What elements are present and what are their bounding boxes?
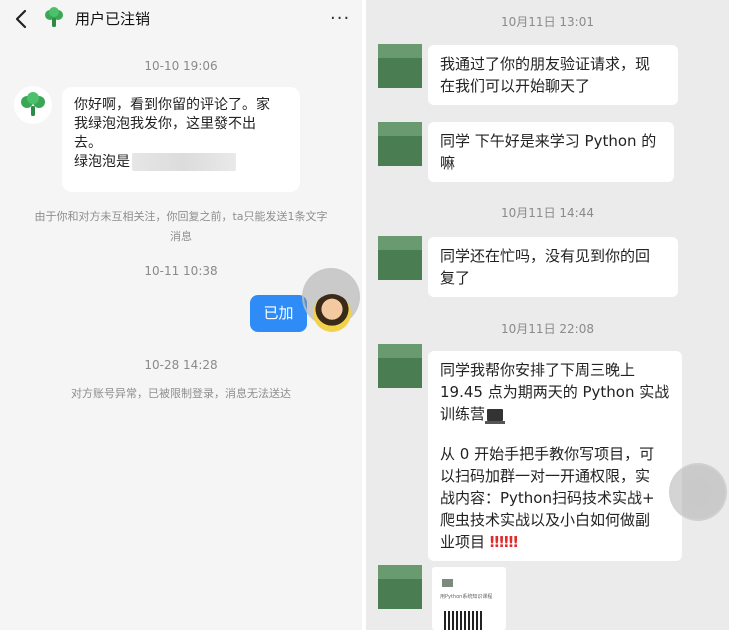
message-line: 同学我帮你安排了下周三晚上 (440, 361, 636, 379)
contact-avatar[interactable] (378, 122, 422, 166)
touch-indicator (669, 463, 727, 521)
message-line: 以扫码加群一对一开通权限，实 (440, 467, 651, 485)
broccoli-avatar-icon[interactable] (14, 86, 52, 124)
image-thumbnail (442, 579, 453, 587)
douyin-chat-pane: 用户已注销 ··· 10-10 19:06 你好啊，看到你留的评论了。家 我绿泡… (0, 0, 362, 630)
timestamp: 10月11日 14:44 (501, 206, 594, 220)
message-line: 我绿泡泡我发你，这里發不出 (74, 116, 256, 132)
contact-avatar[interactable] (378, 565, 422, 609)
timestamp: 10月11日 13:01 (501, 15, 594, 29)
wechat-chat-pane: 10月11日 13:01 我通过了你的朋友验证请求，现 在我们可以开始聊天了 同… (366, 0, 729, 630)
exclamation-marks: ‼‼‼ (489, 533, 519, 551)
message-line: 绿泡泡是 (74, 153, 288, 172)
image-caption: 用Python系统知识课程 (440, 594, 493, 600)
notice-line: 由于你和对方未互相关注，你回复之前，ta只能发送1条文字 (34, 210, 328, 223)
system-notice: 对方账号异常，已被限制登录，消息无法送达 (71, 387, 291, 400)
message-line: 爬虫技术实战以及小白如何做副 (440, 511, 651, 529)
system-notice: 由于你和对方未互相关注，你回复之前，ta只能发送1条文字 消息 (20, 207, 342, 247)
message-text: 绿泡泡是 (74, 154, 130, 170)
message-line: 战内容：Python扫码技术实战+ (440, 489, 655, 507)
broccoli-avatar-icon[interactable] (42, 6, 66, 30)
message-text: 训练营 (440, 405, 486, 423)
message-line: 业项目 ‼‼‼ (440, 531, 670, 553)
redacted-blur (132, 153, 236, 171)
sent-message-bubble[interactable]: 已加 (250, 295, 307, 332)
message-line: 嘛 (440, 154, 456, 172)
message-bubble[interactable]: 同学 下午好是来学习 Python 的 嘛 (428, 122, 674, 182)
qr-code (444, 611, 484, 630)
contact-avatar[interactable] (378, 344, 422, 388)
timestamp: 10-28 14:28 (144, 358, 218, 372)
my-avatar[interactable] (313, 294, 351, 332)
message-line: 在我们可以开始聊天了 (440, 77, 591, 95)
contact-avatar[interactable] (378, 44, 422, 88)
message-bubble[interactable]: 我通过了你的朋友验证请求，现 在我们可以开始聊天了 (428, 45, 678, 105)
chat-header: 用户已注销 ··· (0, 0, 362, 38)
image-message[interactable]: 用Python系统知识课程 (432, 567, 506, 630)
message-line: 我通过了你的朋友验证请求，现 (440, 55, 651, 73)
back-arrow-icon[interactable] (14, 9, 28, 29)
message-line: 去。 (74, 135, 102, 151)
chat-title: 用户已注销 (75, 10, 151, 28)
notice-line: 消息 (170, 230, 192, 243)
message-line: 训练营 (440, 403, 670, 425)
message-line: 从 0 开始手把手教你写项目，可 (440, 445, 655, 463)
more-dots-icon[interactable]: ··· (330, 8, 350, 29)
message-bubble[interactable]: 同学我帮你安排了下周三晚上 19.45 点为期两天的 Python 实战 训练营… (428, 351, 682, 561)
incoming-message-bubble[interactable]: 你好啊，看到你留的评论了。家 我绿泡泡我发你，这里發不出 去。 绿泡泡是 (62, 87, 300, 192)
laptop-emoji-icon (485, 408, 506, 424)
message-line: 19.45 点为期两天的 Python 实战 (440, 383, 670, 401)
timestamp: 10-10 19:06 (144, 59, 218, 73)
timestamp: 10-11 10:38 (144, 264, 218, 278)
message-bubble[interactable]: 同学还在忙吗，没有见到你的回 复了 (428, 237, 678, 297)
timestamp: 10月11日 22:08 (501, 322, 594, 336)
contact-avatar[interactable] (378, 236, 422, 280)
message-line: 你好啊，看到你留的评论了。家 (74, 97, 270, 113)
message-line: 复了 (440, 269, 471, 287)
message-line: 同学还在忙吗，没有见到你的回 (440, 247, 651, 265)
message-text: 业项目 (440, 533, 486, 551)
message-line: 同学 下午好是来学习 Python 的 (440, 132, 657, 150)
